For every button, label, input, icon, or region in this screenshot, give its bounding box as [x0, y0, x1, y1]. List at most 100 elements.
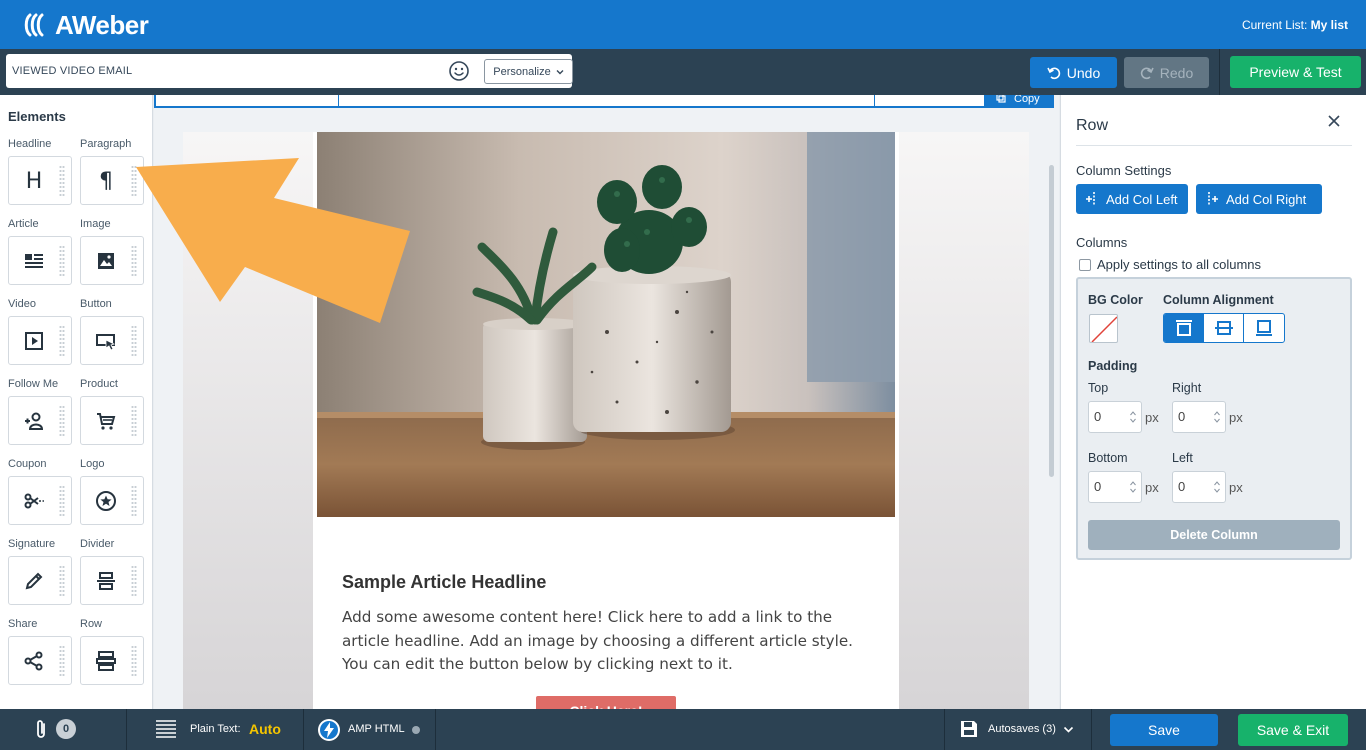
bg-color-picker[interactable]: [1089, 314, 1118, 343]
element-row[interactable]: Row: [80, 618, 152, 685]
add-col-left-button[interactable]: Add Col Left: [1076, 184, 1188, 214]
align-top-button[interactable]: [1164, 314, 1204, 342]
copy-button[interactable]: Copy: [984, 95, 1054, 108]
article-body[interactable]: Add some awesome content here! Click her…: [342, 606, 862, 677]
drag-handle[interactable]: [59, 325, 65, 357]
stepper-icon[interactable]: [1214, 480, 1220, 494]
element-tile[interactable]: [8, 236, 72, 285]
bottom-bar: 0 Plain Text: Auto AMP HTML Autosaves (3…: [0, 709, 1366, 750]
delete-column-button[interactable]: Delete Column: [1088, 520, 1340, 550]
plain-text-label: Plain Text:: [190, 723, 241, 735]
subject-text[interactable]: VIEWED VIDEO EMAIL: [12, 65, 132, 77]
autosaves-label[interactable]: Autosaves (3): [988, 723, 1056, 735]
drag-handle[interactable]: [131, 485, 137, 517]
current-list[interactable]: Current List: My list: [1242, 18, 1348, 32]
block-toolbar[interactable]: Copy: [154, 95, 1054, 108]
element-tile[interactable]: H: [8, 156, 72, 205]
element-tile[interactable]: [80, 476, 144, 525]
stepper-icon[interactable]: [1214, 410, 1220, 424]
subject-field[interactable]: VIEWED VIDEO EMAIL Personalize: [6, 54, 573, 88]
element-tile[interactable]: [8, 636, 72, 685]
add-column-right-icon: [1208, 192, 1218, 206]
element-divider[interactable]: Divider: [80, 538, 152, 605]
elements-title: Elements: [8, 109, 66, 124]
personalize-dropdown[interactable]: Personalize: [484, 59, 573, 84]
element-tile[interactable]: [80, 556, 144, 605]
element-label: Coupon: [8, 458, 47, 470]
padding-right-value: 0: [1178, 409, 1186, 424]
drag-handle[interactable]: [59, 565, 65, 597]
paperclip-icon[interactable]: [33, 718, 49, 740]
padding-right-input[interactable]: 0: [1172, 401, 1226, 433]
column-alignment-group[interactable]: [1163, 313, 1285, 343]
element-logo[interactable]: Logo: [80, 458, 152, 525]
video-icon: [25, 332, 43, 350]
divider: [944, 709, 945, 750]
drag-handle[interactable]: [59, 405, 65, 437]
element-video[interactable]: Video: [8, 298, 80, 365]
element-tile[interactable]: [80, 396, 144, 445]
element-article[interactable]: Article: [8, 218, 80, 285]
undo-button[interactable]: Undo: [1030, 57, 1117, 88]
star-icon: [96, 491, 116, 511]
save-exit-button[interactable]: Save & Exit: [1238, 714, 1348, 746]
stepper-icon[interactable]: [1130, 410, 1136, 424]
element-label: Logo: [80, 458, 105, 470]
redo-button[interactable]: Redo: [1124, 57, 1209, 88]
row-icon: [96, 651, 116, 671]
drag-handle[interactable]: [131, 405, 137, 437]
aweber-logo-icon: [24, 13, 44, 37]
padding-bottom-input[interactable]: 0: [1088, 471, 1142, 503]
preview-test-button[interactable]: Preview & Test: [1230, 56, 1361, 88]
logo-text: AWeber: [55, 9, 149, 40]
align-bottom-button[interactable]: [1244, 314, 1284, 342]
article-headline[interactable]: Sample Article Headline: [342, 572, 546, 593]
drag-handle[interactable]: [131, 565, 137, 597]
element-tile[interactable]: [8, 476, 72, 525]
column-alignment-label: Column Alignment: [1163, 293, 1274, 307]
padding-bottom-label: Bottom: [1088, 451, 1128, 465]
save-button[interactable]: Save: [1110, 714, 1218, 746]
element-product[interactable]: Product: [80, 378, 152, 445]
drag-handle[interactable]: [59, 165, 65, 197]
close-icon[interactable]: [1327, 114, 1341, 128]
aweber-logo[interactable]: AWeber: [24, 9, 149, 41]
apply-all-label[interactable]: Apply settings to all columns: [1097, 257, 1261, 272]
element-tile[interactable]: [8, 316, 72, 365]
unit-label: px: [1229, 410, 1243, 425]
drag-handle[interactable]: [59, 245, 65, 277]
personalize-label: Personalize: [493, 65, 551, 78]
align-middle-button[interactable]: [1204, 314, 1244, 342]
element-label: Divider: [80, 538, 115, 550]
amp-lightning-icon[interactable]: [317, 718, 341, 742]
apply-all-checkbox[interactable]: [1079, 259, 1091, 271]
plain-text-value[interactable]: Auto: [249, 721, 281, 737]
emoji-icon[interactable]: [448, 60, 470, 82]
unit-label: px: [1145, 480, 1159, 495]
add-col-right-button[interactable]: Add Col Right: [1196, 184, 1322, 214]
drag-handle[interactable]: [131, 645, 137, 677]
element-tile[interactable]: [8, 556, 72, 605]
element-share[interactable]: Share: [8, 618, 80, 685]
element-headline[interactable]: Headline H: [8, 138, 80, 205]
element-tile[interactable]: [80, 636, 144, 685]
element-signature[interactable]: Signature: [8, 538, 80, 605]
plain-text-icon[interactable]: [155, 719, 177, 741]
chevron-down-icon[interactable]: [1063, 724, 1074, 735]
padding-top-input[interactable]: 0: [1088, 401, 1142, 433]
drag-handle[interactable]: [59, 645, 65, 677]
cta-button[interactable]: Click Here!: [536, 696, 676, 709]
element-coupon[interactable]: Coupon: [8, 458, 80, 525]
canvas-scrollbar[interactable]: [1049, 165, 1054, 477]
panel-title: Row: [1076, 117, 1109, 134]
bg-color-label: BG Color: [1088, 293, 1143, 307]
element-tile[interactable]: [8, 396, 72, 445]
padding-left-input[interactable]: 0: [1172, 471, 1226, 503]
add-column-left-icon: [1086, 192, 1095, 206]
stepper-icon[interactable]: [1130, 480, 1136, 494]
drag-handle[interactable]: [59, 485, 65, 517]
divider: [1076, 145, 1352, 146]
share-icon: [24, 651, 43, 671]
divider: [874, 95, 875, 106]
element-follow-me[interactable]: Follow Me: [8, 378, 80, 445]
